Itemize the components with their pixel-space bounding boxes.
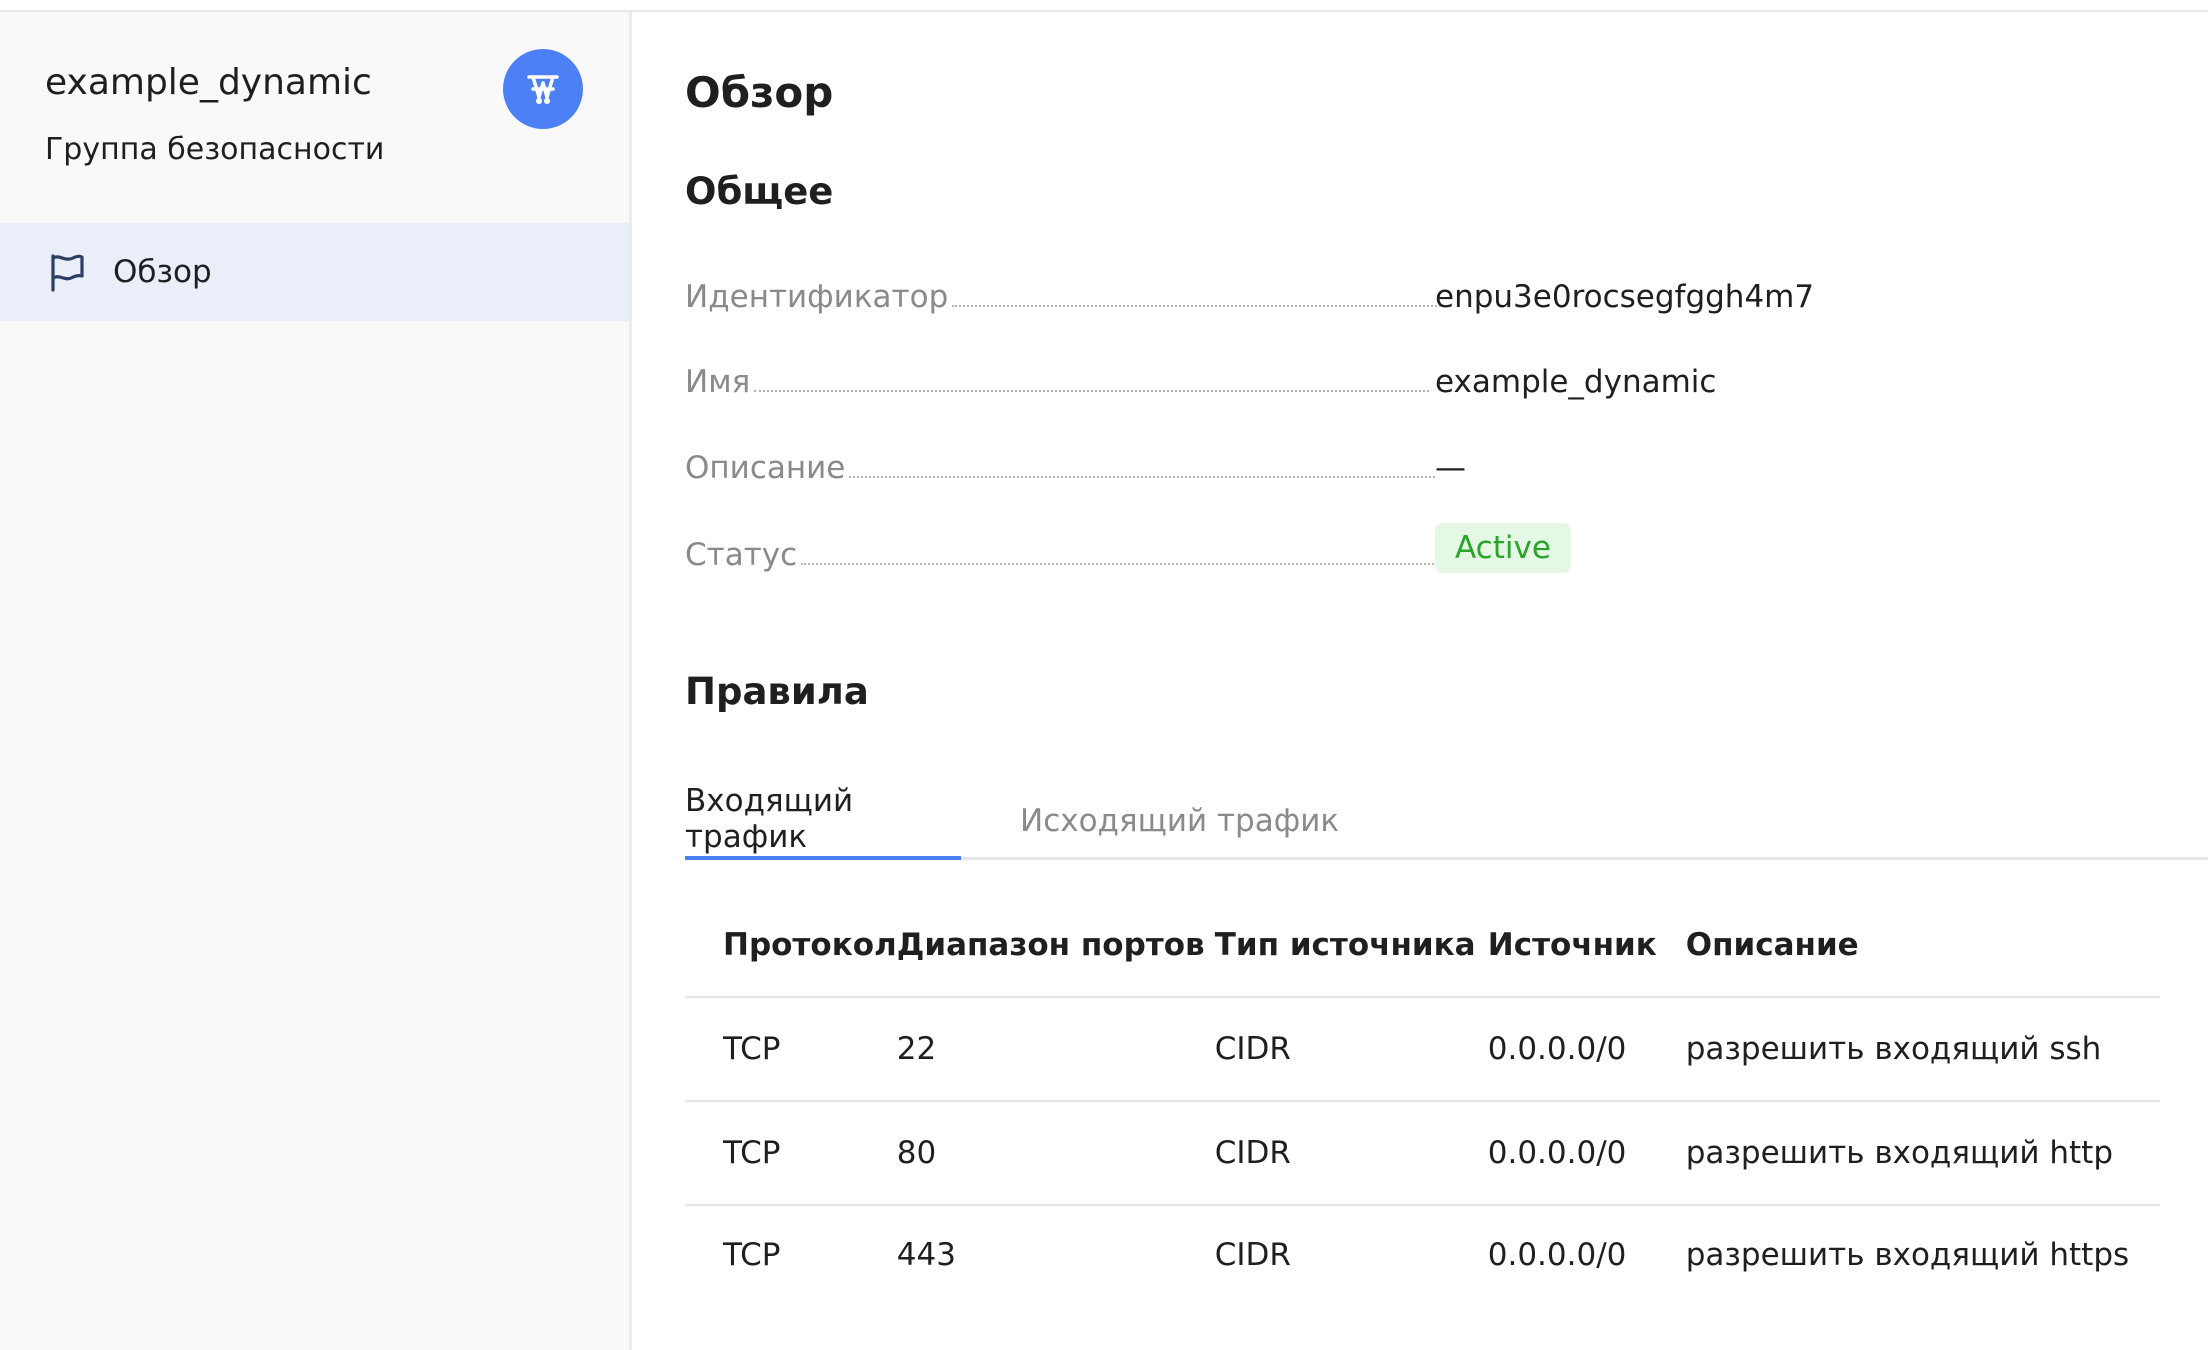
column-header-source: Источник bbox=[1487, 927, 1657, 963]
cell-description: разрешить входящий https bbox=[1685, 1204, 2160, 1304]
column-header-description: Описание bbox=[1685, 927, 1859, 963]
table-row[interactable]: TCP 22 CIDR 0.0.0.0/0 разрешить входящий… bbox=[685, 996, 2160, 1101]
property-row-id: Идентификатор enpu3e0rocsegfggh4m7 bbox=[685, 265, 1885, 315]
network-icon bbox=[503, 49, 583, 129]
cell-protocol: TCP bbox=[685, 1100, 897, 1205]
property-label: Описание bbox=[685, 450, 846, 486]
top-border bbox=[0, 0, 2208, 12]
cell-port-range: 443 bbox=[896, 1204, 1215, 1304]
table-header-row: Протокол Диапазон портов Тип источника И… bbox=[685, 894, 2160, 997]
property-label: Имя bbox=[685, 364, 751, 400]
section-title-general: Общее bbox=[685, 170, 834, 213]
dotted-leader bbox=[754, 390, 1430, 392]
property-value: example_dynamic bbox=[1435, 364, 1717, 400]
column-header-port-range: Диапазон портов bbox=[896, 927, 1205, 963]
resource-title: example_dynamic bbox=[45, 62, 372, 103]
cell-protocol: TCP bbox=[685, 996, 897, 1101]
property-value: — bbox=[1435, 450, 1466, 486]
table-row[interactable]: TCP 80 CIDR 0.0.0.0/0 разрешить входящий… bbox=[685, 1100, 2160, 1205]
status-badge: Active bbox=[1435, 523, 1571, 573]
dotted-leader bbox=[801, 563, 1439, 565]
property-label: Идентификатор bbox=[685, 279, 949, 315]
cell-port-range: 22 bbox=[896, 996, 1215, 1101]
app-window: example_dynamic Группа безопасности Обзо… bbox=[0, 0, 2208, 1350]
column-header-source-type: Тип источника bbox=[1214, 927, 1476, 963]
cell-source-type: CIDR bbox=[1214, 1100, 1488, 1205]
dotted-leader bbox=[952, 305, 1450, 307]
section-title-rules: Правила bbox=[685, 670, 869, 713]
sidebar-item-label: Обзор bbox=[113, 254, 212, 290]
flag-icon bbox=[45, 250, 89, 294]
resource-type: Группа безопасности bbox=[45, 132, 385, 167]
table-row[interactable]: TCP 443 CIDR 0.0.0.0/0 разрешить входящи… bbox=[685, 1204, 2160, 1304]
main-content: Обзор Общее Идентификатор enpu3e0rocsegf… bbox=[685, 12, 2208, 1350]
sidebar: example_dynamic Группа безопасности Обзо… bbox=[0, 12, 632, 1350]
cell-source: 0.0.0.0/0 bbox=[1487, 1100, 1686, 1205]
property-label: Статус bbox=[685, 537, 798, 573]
column-header-protocol: Протокол bbox=[723, 927, 897, 963]
cell-source-type: CIDR bbox=[1214, 996, 1488, 1101]
rules-table: Протокол Диапазон портов Тип источника И… bbox=[685, 894, 2160, 1304]
cell-source: 0.0.0.0/0 bbox=[1487, 1204, 1686, 1304]
sidebar-item-overview[interactable]: Обзор bbox=[0, 223, 629, 321]
cell-source-type: CIDR bbox=[1214, 1204, 1488, 1304]
dotted-leader bbox=[849, 476, 1436, 478]
page-title: Обзор bbox=[685, 68, 834, 117]
cell-description: разрешить входящий http bbox=[1685, 1100, 2160, 1205]
cell-port-range: 80 bbox=[896, 1100, 1215, 1205]
tab-egress[interactable]: Исходящий трафик bbox=[1020, 782, 1339, 860]
property-row-status: Статус Active bbox=[685, 523, 1885, 573]
property-value[interactable]: enpu3e0rocsegfggh4m7 bbox=[1435, 279, 1814, 315]
tab-ingress[interactable]: Входящий трафик bbox=[685, 782, 961, 860]
property-row-description: Описание — bbox=[685, 436, 1885, 486]
cell-protocol: TCP bbox=[685, 1204, 897, 1304]
property-row-name: Имя example_dynamic bbox=[685, 350, 1885, 400]
cell-description: разрешить входящий ssh bbox=[1685, 996, 2160, 1101]
rules-tabs: Входящий трафик Исходящий трафик bbox=[685, 782, 2208, 860]
cell-source: 0.0.0.0/0 bbox=[1487, 996, 1686, 1101]
